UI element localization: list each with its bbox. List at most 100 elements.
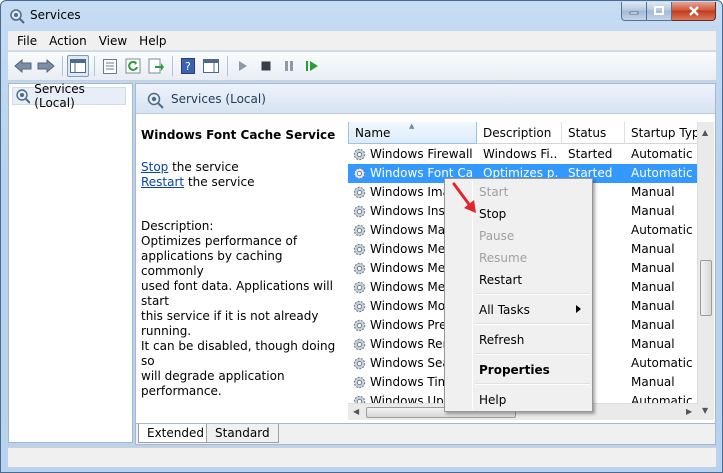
- vertical-scroll-thumb[interactable]: [700, 260, 712, 316]
- scroll-up-icon[interactable]: ▲: [702, 128, 708, 137]
- refresh-icon: [125, 58, 141, 74]
- service-gear-icon: [353, 281, 366, 294]
- play-icon: [239, 61, 247, 71]
- context-menu-item-refresh[interactable]: Refresh: [479, 330, 524, 350]
- services-app-icon: [10, 9, 25, 24]
- service-gear-icon: [353, 319, 366, 332]
- list-header: ▲ Name Description Status Startup Type: [348, 122, 714, 144]
- service-description: Description: Optimizes performance of ap…: [141, 219, 346, 399]
- restart-service-link[interactable]: Restart: [141, 175, 184, 189]
- scroll-down-icon[interactable]: ▼: [702, 406, 708, 415]
- service-name-cell: Windows Firewall: [370, 147, 473, 161]
- minimize-button[interactable]: [621, 2, 647, 21]
- description-text: Optimizes performance of applications by…: [141, 234, 336, 398]
- tab-extended[interactable]: Extended: [138, 424, 213, 443]
- service-gear-icon: [353, 205, 366, 218]
- status-bar: [8, 447, 716, 467]
- menu-help[interactable]: Help: [133, 31, 172, 51]
- toolbar-separator: [227, 56, 228, 76]
- toolbar-separator: [94, 56, 95, 76]
- show-console-tree-button[interactable]: [67, 55, 89, 77]
- context-menu-item-pause[interactable]: Pause: [479, 226, 514, 246]
- context-menu-separator: [475, 293, 590, 295]
- context-menu-separator: [475, 353, 590, 355]
- details-pane-title: Services (Local): [171, 92, 266, 106]
- context-menu-item-properties[interactable]: Properties: [479, 360, 550, 380]
- caption-buttons: [621, 2, 716, 21]
- back-arrow-icon: [14, 59, 32, 73]
- column-header-description[interactable]: Description: [477, 122, 562, 144]
- context-menu-item-start[interactable]: Start: [479, 182, 508, 202]
- column-header-status[interactable]: Status: [562, 122, 625, 144]
- context-menu-item-help[interactable]: Help: [479, 390, 506, 410]
- console-tree-pane: Services (Local): [8, 82, 133, 443]
- pause-icon: [285, 61, 293, 71]
- maximize-button[interactable]: [647, 2, 672, 21]
- menu-action[interactable]: Action: [43, 31, 93, 51]
- column-header-name[interactable]: ▲ Name: [348, 122, 477, 144]
- scroll-left-icon[interactable]: ◀: [353, 407, 359, 416]
- services-node-icon: [16, 89, 31, 104]
- details-pane-header: Services (Local): [136, 84, 715, 114]
- service-gear-icon: [353, 376, 366, 389]
- title-bar[interactable]: Services: [1, 1, 722, 31]
- forward-arrow-icon: [37, 59, 55, 73]
- service-gear-icon: [353, 262, 366, 275]
- service-status-cell: Started: [568, 147, 613, 161]
- tree-node-label: Services (Local): [34, 82, 85, 110]
- stop-service-link[interactable]: Stop: [141, 160, 168, 174]
- refresh-toolbar-button[interactable]: [122, 55, 144, 77]
- window-title: Services: [30, 8, 81, 22]
- service-gear-icon: [353, 186, 366, 199]
- action-pane-icon: [203, 59, 219, 73]
- back-button[interactable]: [12, 55, 34, 77]
- maximize-icon: [654, 6, 664, 15]
- help-book-icon: ?: [181, 58, 195, 74]
- submenu-arrow-icon: [576, 305, 581, 313]
- scroll-right-icon[interactable]: ▶: [686, 407, 692, 416]
- show-action-pane-button[interactable]: [200, 55, 222, 77]
- menu-file[interactable]: File: [8, 31, 43, 51]
- stop-service-line: Stop the service: [141, 160, 346, 175]
- help-toolbar-button[interactable]: ?: [177, 55, 199, 77]
- properties-icon: [103, 58, 117, 74]
- services-header-icon: [147, 92, 164, 109]
- restart-service-suffix: the service: [184, 175, 255, 189]
- service-gear-icon: [353, 148, 366, 161]
- properties-toolbar-button[interactable]: [99, 55, 121, 77]
- table-row[interactable]: Windows Firewall Windows Fi... Started Auto…: [348, 145, 714, 164]
- menu-bar: File Action View Help: [8, 31, 716, 51]
- context-menu-item-restart[interactable]: Restart: [479, 270, 522, 290]
- context-menu-separator: [475, 323, 590, 325]
- view-tabs: Extended Standard: [136, 423, 715, 444]
- export-list-button[interactable]: [145, 55, 167, 77]
- toolbar-separator: [62, 56, 63, 76]
- export-list-icon: [148, 58, 164, 74]
- selected-service-name: Windows Font Cache Service: [141, 128, 336, 142]
- vertical-scrollbar[interactable]: ▲ ▼: [697, 122, 714, 420]
- stop-service-button[interactable]: [255, 55, 277, 77]
- context-menu-item-resume[interactable]: Resume: [479, 248, 527, 268]
- restart-service-button[interactable]: [301, 55, 323, 77]
- minimize-icon: [629, 11, 639, 15]
- services-window: Services File Action View Help ? Service…: [0, 0, 723, 473]
- service-gear-icon: [353, 224, 366, 237]
- restart-icon: [306, 61, 318, 71]
- service-gear-icon: [353, 357, 366, 370]
- svg-text:?: ?: [185, 60, 191, 73]
- toolbar: ?: [8, 52, 716, 81]
- stop-icon: [261, 61, 271, 71]
- close-button[interactable]: [672, 2, 716, 21]
- tree-node-services-local[interactable]: Services (Local): [12, 82, 126, 110]
- forward-button[interactable]: [35, 55, 57, 77]
- context-menu-item-all-tasks[interactable]: All Tasks: [479, 300, 530, 320]
- service-gear-icon: [353, 300, 366, 313]
- tab-standard[interactable]: Standard: [206, 424, 279, 443]
- menu-view[interactable]: View: [93, 31, 133, 51]
- details-pane: Services (Local) Windows Font Cache Serv…: [135, 83, 716, 445]
- restart-service-line: Restart the service: [141, 175, 346, 190]
- context-menu-item-stop[interactable]: Stop: [479, 204, 506, 224]
- start-service-button[interactable]: [232, 55, 254, 77]
- pause-service-button[interactable]: [278, 55, 300, 77]
- service-description-cell: Windows Fi...: [483, 147, 557, 161]
